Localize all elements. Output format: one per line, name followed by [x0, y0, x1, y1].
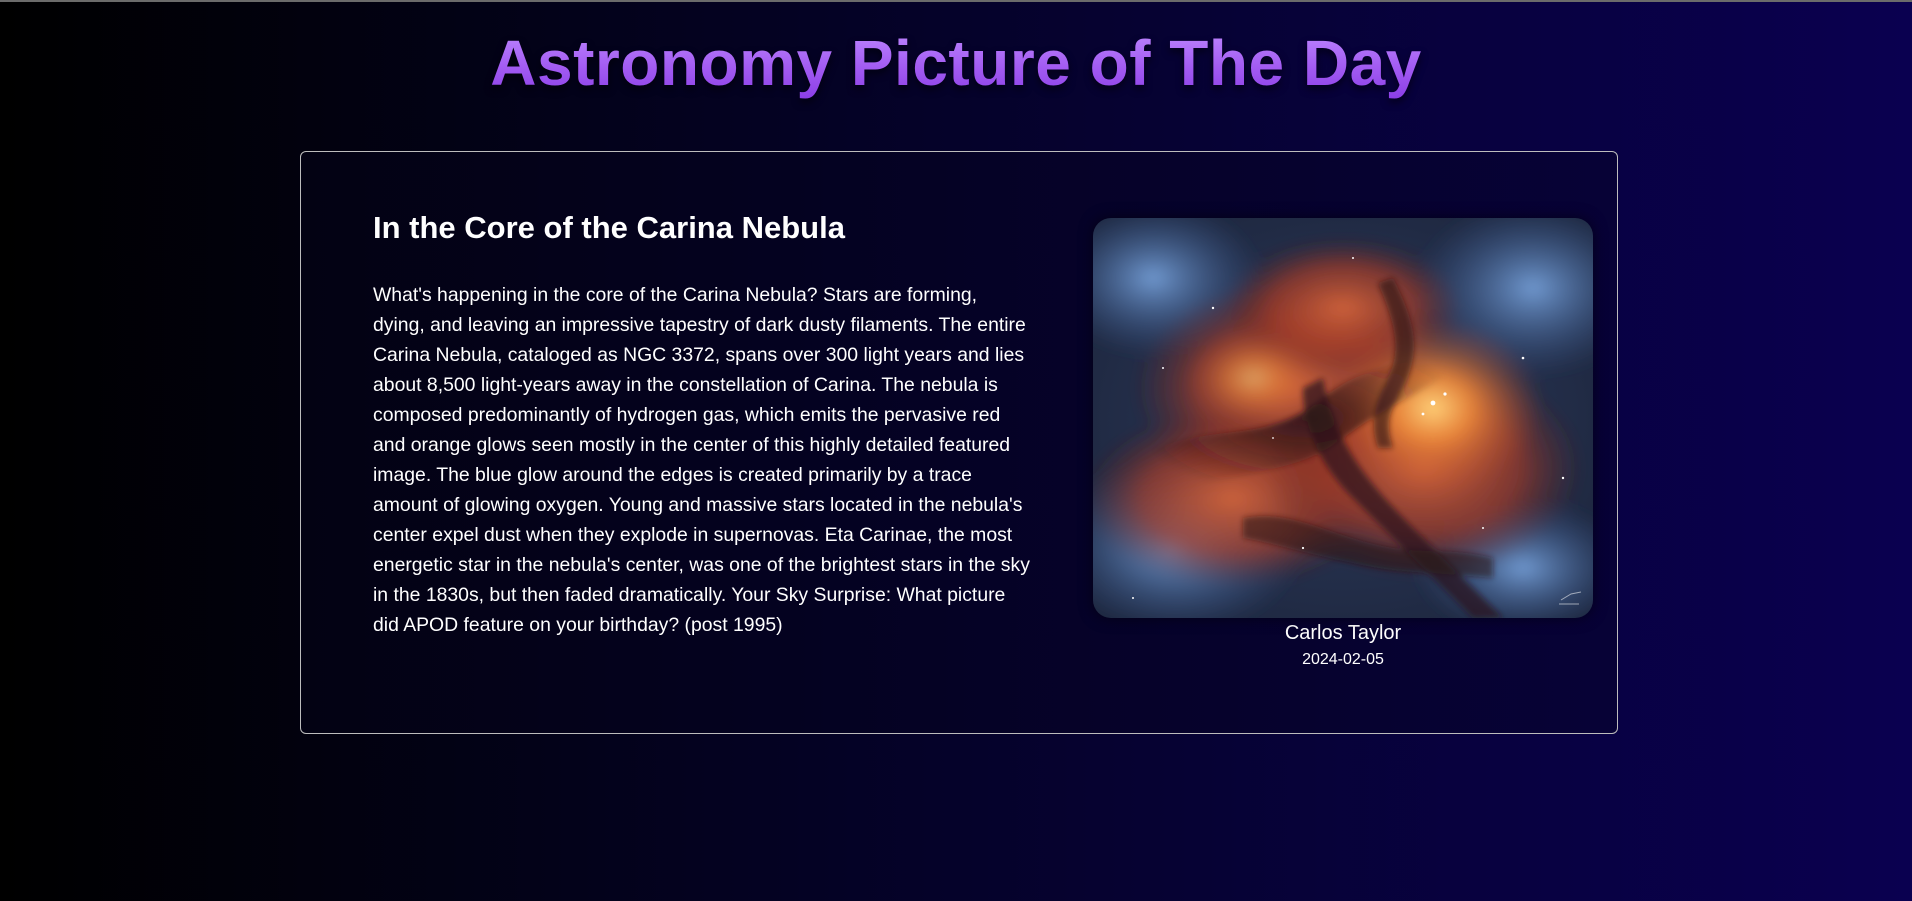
apod-article: In the Core of the Carina Nebula What's …	[373, 210, 1033, 640]
page-title: Astronomy Picture of The Day	[0, 26, 1912, 100]
image-credit: Carlos Taylor	[1284, 622, 1402, 644]
apod-date: 2024-02-05	[1302, 651, 1384, 668]
nebula-image	[1093, 218, 1593, 618]
top-border	[0, 0, 1912, 2]
nebula-artwork	[1093, 218, 1593, 618]
apod-figure: Carlos Taylor 2024-02-05	[1093, 218, 1593, 670]
apod-explanation: What's happening in the core of the Cari…	[373, 284, 1030, 636]
apod-card: In the Core of the Carina Nebula What's …	[300, 151, 1618, 734]
apod-title: In the Core of the Carina Nebula	[373, 210, 845, 245]
